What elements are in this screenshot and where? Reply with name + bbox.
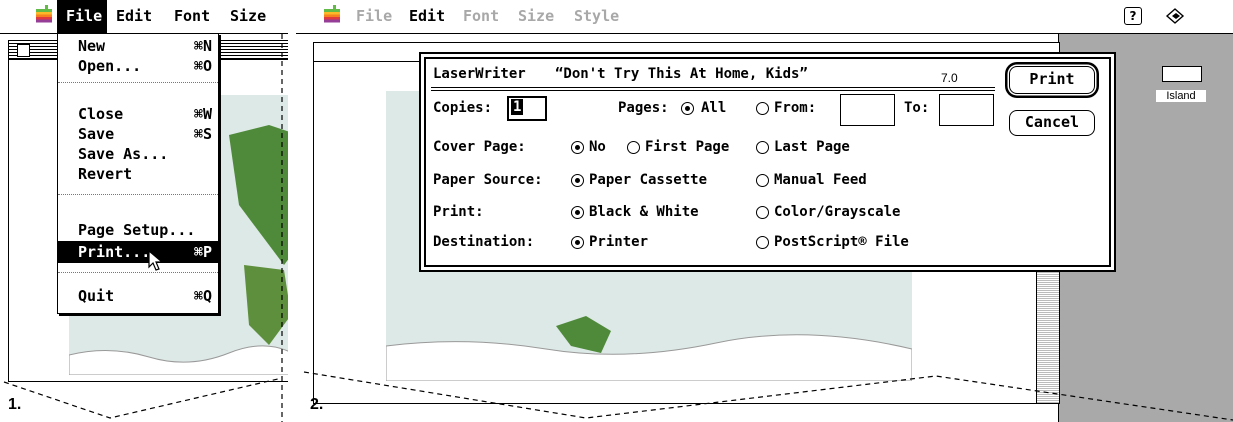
step-1-panel: File Edit Font Size New ⌘N Open... ⌘O Clos…	[0, 0, 288, 422]
step-2-panel: Island File Edit Font Size Style ? Laser…	[296, 0, 1233, 422]
step-label: 2.	[310, 396, 324, 413]
torn-edge-outline	[303, 371, 1233, 421]
step-label: 1.	[8, 396, 22, 413]
torn-edge-outline	[3, 34, 283, 422]
